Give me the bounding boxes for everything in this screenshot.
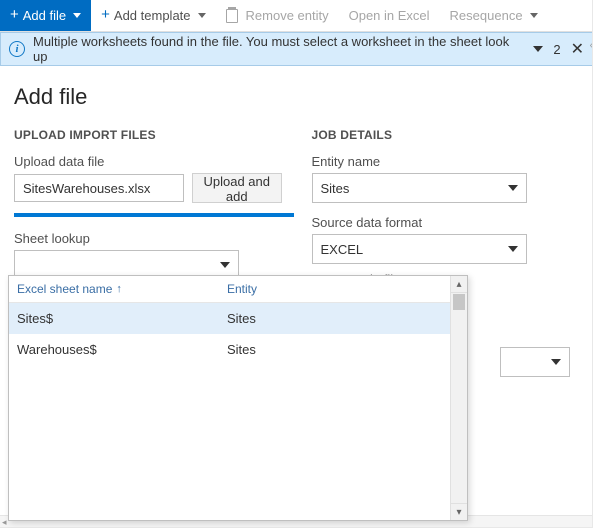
sheet-lookup-label: Sheet lookup [14, 231, 282, 246]
chevron-down-icon [508, 246, 518, 252]
add-template-button[interactable]: + Add template [91, 0, 215, 31]
add-file-button[interactable]: + Add file [0, 0, 91, 31]
open-excel-button: Open in Excel [339, 0, 440, 31]
info-message: Multiple worksheets found in the file. Y… [33, 34, 525, 64]
row-entity: Sites [227, 311, 459, 326]
remove-entity-button: Remove entity [216, 0, 339, 31]
row-entity: Sites [227, 342, 459, 357]
upload-progress [14, 213, 294, 217]
close-icon[interactable]: ✕ [571, 39, 584, 59]
add-template-label: Add template [114, 8, 191, 23]
job-heading: JOB DETAILS [312, 128, 580, 142]
entity-name-label: Entity name [312, 154, 580, 169]
dropdown-col-entity[interactable]: Entity [227, 282, 459, 296]
chevron-down-icon [73, 13, 81, 18]
upload-file-input[interactable] [14, 174, 184, 202]
secondary-select[interactable] [500, 347, 570, 377]
dropdown-col-sheet[interactable]: Excel sheet name ↑ [17, 282, 227, 296]
content: Add file UPLOAD IMPORT FILES Upload data… [0, 66, 593, 305]
chevron-down-icon [508, 185, 518, 191]
info-count: 2 [553, 42, 560, 57]
right-edge-mark: ‹ [590, 40, 593, 51]
chevron-down-icon[interactable] [533, 46, 543, 52]
entity-name-select[interactable]: Sites [312, 173, 527, 203]
scroll-thumb[interactable] [453, 294, 465, 310]
row-sheet: Warehouses$ [17, 342, 227, 357]
chevron-down-icon [220, 262, 230, 268]
source-format-value: EXCEL [321, 242, 364, 257]
resequence-label: Resequence [450, 8, 523, 23]
resequence-button[interactable]: Resequence [440, 0, 548, 31]
open-excel-label: Open in Excel [349, 8, 430, 23]
upload-add-button[interactable]: Upload and add [192, 173, 282, 203]
toolbar: + Add file + Add template Remove entity … [0, 0, 593, 32]
scroll-up-icon[interactable]: ▴ [451, 276, 467, 293]
scroll-down-icon[interactable]: ▾ [451, 503, 467, 520]
dropdown-rows: Sites$ Sites Warehouses$ Sites [9, 303, 467, 520]
chevron-down-icon [551, 359, 561, 365]
entity-name-value: Sites [321, 181, 350, 196]
job-details-section: JOB DETAILS Entity name Sites Source dat… [312, 128, 580, 287]
remove-entity-label: Remove entity [246, 8, 329, 23]
dropdown-row[interactable]: Sites$ Sites [9, 303, 467, 334]
upload-heading: UPLOAD IMPORT FILES [14, 128, 282, 142]
plus-icon: + [10, 7, 19, 22]
plus-icon: + [101, 7, 110, 22]
trash-icon [226, 9, 238, 23]
source-format-label: Source data format [312, 215, 580, 230]
info-bar: i Multiple worksheets found in the file.… [0, 32, 593, 66]
page-title: Add file [14, 84, 579, 110]
add-file-label: Add file [23, 8, 66, 23]
source-format-select[interactable]: EXCEL [312, 234, 527, 264]
dropdown-row[interactable]: Warehouses$ Sites [9, 334, 467, 365]
info-actions: 2 ✕ [533, 39, 584, 59]
chevron-down-icon [198, 13, 206, 18]
dropdown-header: Excel sheet name ↑ Entity [9, 276, 467, 303]
upload-section: UPLOAD IMPORT FILES Upload data file Upl… [14, 128, 282, 287]
upload-file-label: Upload data file [14, 154, 282, 169]
sort-asc-icon: ↑ [116, 283, 122, 295]
chevron-down-icon [530, 13, 538, 18]
info-icon: i [9, 41, 25, 57]
dropdown-scrollbar[interactable]: ▴ ▾ [450, 276, 467, 520]
row-sheet: Sites$ [17, 311, 227, 326]
sheet-lookup-dropdown: Excel sheet name ↑ Entity Sites$ Sites W… [8, 275, 468, 521]
